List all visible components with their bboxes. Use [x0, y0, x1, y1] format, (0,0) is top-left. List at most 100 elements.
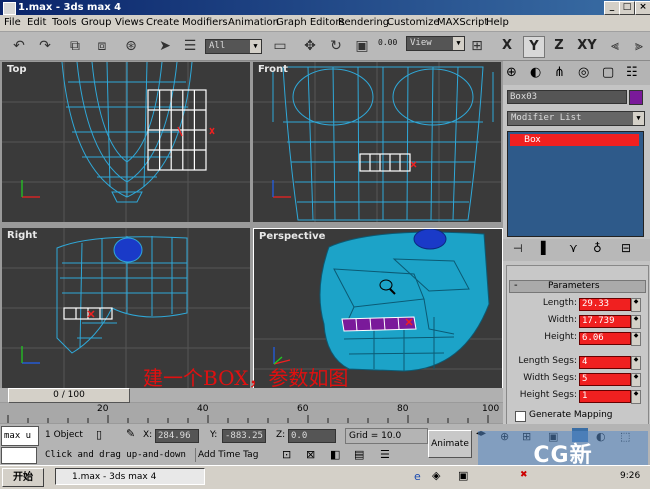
display-tab-icon[interactable]: ▢ — [602, 65, 614, 80]
select-arrow-icon[interactable]: ➤ — [156, 37, 174, 55]
parameters-header[interactable]: - Parameters — [509, 280, 646, 293]
menu-maxscript[interactable]: MAXScript — [437, 17, 488, 28]
rotate-icon[interactable]: ↻ — [327, 37, 345, 55]
spinner-snap-icon[interactable]: ☰ — [380, 448, 390, 461]
z-coord-field[interactable]: 0.0 — [288, 429, 336, 443]
select-region-icon[interactable]: ▭ — [271, 37, 289, 55]
angle-snap-icon[interactable]: ◧ — [330, 448, 340, 461]
axis-x-button[interactable]: X — [497, 36, 517, 56]
generate-mapping-label: Generate Mapping — [529, 410, 613, 420]
viewport-config-icon[interactable]: ⊡ — [282, 448, 291, 461]
mirror-icon[interactable]: ⫷ — [606, 37, 624, 55]
snap-toggle-icon[interactable]: ⊠ — [306, 448, 315, 461]
undo-icon[interactable]: ↶ — [10, 37, 28, 55]
show-end-result-icon[interactable]: ▌ — [541, 241, 550, 255]
select-by-name-icon[interactable]: ☰ — [181, 37, 199, 55]
spinner-value[interactable]: 0.00 — [378, 38, 402, 47]
length-spinner[interactable]: ◆ — [631, 298, 641, 312]
menu-rendering[interactable]: Rendering — [338, 17, 389, 28]
motion-tab-icon[interactable]: ◎ — [578, 65, 589, 80]
object-color-swatch[interactable] — [629, 90, 643, 105]
menu-graph-editors[interactable]: Graph Editors — [276, 17, 345, 28]
modify-tab-icon[interactable]: ◐ — [530, 65, 541, 80]
menu-edit[interactable]: Edit — [27, 17, 46, 28]
stack-item-box[interactable]: Box — [510, 134, 639, 146]
maximize-button[interactable]: □ — [619, 1, 635, 15]
generate-mapping-checkbox[interactable] — [515, 411, 526, 422]
time-slider-thumb[interactable]: 0 / 100 — [8, 388, 130, 403]
width-segs-spinner[interactable]: ◆ — [631, 373, 641, 387]
modifier-list-label: Modifier List — [511, 113, 582, 123]
viewport-label-perspective[interactable]: Perspective — [259, 231, 325, 242]
move-icon[interactable]: ✥ — [301, 37, 319, 55]
menu-tools[interactable]: Tools — [52, 17, 77, 28]
modifier-stack[interactable]: Box — [507, 131, 644, 237]
param-row-height-segs: Height Segs: 1 ◆ — [507, 390, 648, 404]
align-icon[interactable]: ⫸ — [630, 37, 648, 55]
lock-selection-icon[interactable]: ▯ — [96, 428, 102, 441]
menu-views[interactable]: Views — [115, 17, 144, 28]
absolute-mode-icon[interactable]: ✎ — [126, 427, 135, 440]
make-unique-icon[interactable]: ⋎ — [569, 241, 578, 255]
menu-animation[interactable]: Animation — [228, 17, 279, 28]
width-field[interactable]: 17.739 — [579, 315, 631, 328]
tray-icon[interactable]: ✖ — [520, 470, 528, 480]
scale-icon[interactable]: ▣ — [353, 37, 371, 55]
height-segs-spinner[interactable]: ◆ — [631, 390, 641, 404]
start-button[interactable]: 开始 — [2, 468, 44, 487]
percent-snap-icon[interactable]: ▤ — [354, 448, 364, 461]
browser-icon[interactable]: e — [414, 470, 421, 483]
axis-z-button[interactable]: Z — [549, 36, 569, 56]
close-button[interactable]: × — [635, 1, 650, 15]
length-segs-spinner[interactable]: ◆ — [631, 356, 641, 370]
configure-sets-icon[interactable]: ⊟ — [621, 241, 631, 255]
track-bar[interactable]: 20 40 60 80 100 — [0, 403, 503, 423]
object-name-field[interactable]: Box03 — [507, 90, 627, 104]
modifier-list-dropdown[interactable]: Modifier List ▼ — [507, 111, 645, 126]
pivot-center-icon[interactable]: ⊞ — [468, 37, 486, 55]
link-icon[interactable]: ⧉ — [66, 37, 84, 55]
utilities-tab-icon[interactable]: ☷ — [626, 65, 638, 80]
bind-space-warp-icon[interactable]: ⊛ — [122, 37, 140, 55]
length-field[interactable]: 29.33 — [579, 298, 631, 311]
width-segs-field[interactable]: 5 — [579, 373, 631, 386]
length-segs-field[interactable]: 4 — [579, 356, 631, 369]
menu-file[interactable]: File — [4, 17, 21, 28]
width-spinner[interactable]: ◆ — [631, 315, 641, 329]
redo-icon[interactable]: ↷ — [36, 37, 54, 55]
unlink-icon[interactable]: ⧈ — [93, 37, 111, 55]
axis-xy-button[interactable]: XY — [576, 36, 598, 56]
viewport-top[interactable]: Top — [2, 62, 250, 222]
task-button-3dsmax[interactable]: 1.max - 3ds max 4 — [55, 468, 205, 485]
animate-button[interactable]: Animate — [428, 430, 472, 458]
menu-help[interactable]: Help — [486, 17, 509, 28]
minimize-button[interactable]: _ — [604, 1, 620, 15]
menu-create[interactable]: Create — [146, 17, 179, 28]
hierarchy-tab-icon[interactable]: ⋔ — [554, 65, 565, 80]
height-field[interactable]: 6.06 — [579, 332, 631, 345]
maxscript-listener[interactable]: max u — [1, 426, 39, 446]
height-segs-field[interactable]: 1 — [579, 390, 631, 403]
remove-modifier-icon[interactable]: ♁ — [593, 241, 602, 255]
tray-icon[interactable]: ▣ — [458, 469, 468, 482]
axis-y-button[interactable]: Y — [523, 36, 545, 58]
maxscript-mini-listener[interactable] — [1, 447, 37, 464]
viewport-label-front[interactable]: Front — [258, 64, 288, 75]
add-time-tag[interactable]: Add Time Tag — [195, 448, 274, 462]
reference-coord-dropdown[interactable]: View ▼ — [406, 36, 465, 51]
viewport-label-right[interactable]: Right — [7, 230, 37, 241]
parameters-title: Parameters — [548, 281, 600, 291]
y-coord-field[interactable]: -883.25 — [222, 429, 266, 443]
pin-stack-icon[interactable]: ⊣ — [513, 242, 523, 255]
viewport-front[interactable]: Front — [253, 62, 501, 222]
menu-group[interactable]: Group — [81, 17, 111, 28]
viewport-label-top[interactable]: Top — [7, 64, 27, 75]
create-tab-icon[interactable]: ⊕ — [506, 65, 517, 80]
x-coord-field[interactable]: 284.96 — [155, 429, 199, 443]
parameters-rollout: - Parameters Length: 29.33 ◆ Width: 17.7… — [506, 265, 649, 425]
menu-customize[interactable]: Customize — [387, 17, 440, 28]
selection-filter-dropdown[interactable]: All ▼ — [205, 39, 262, 54]
tray-icon[interactable]: ◈ — [432, 469, 440, 482]
height-spinner[interactable]: ◆ — [631, 332, 641, 346]
menu-modifiers[interactable]: Modifiers — [182, 17, 228, 28]
